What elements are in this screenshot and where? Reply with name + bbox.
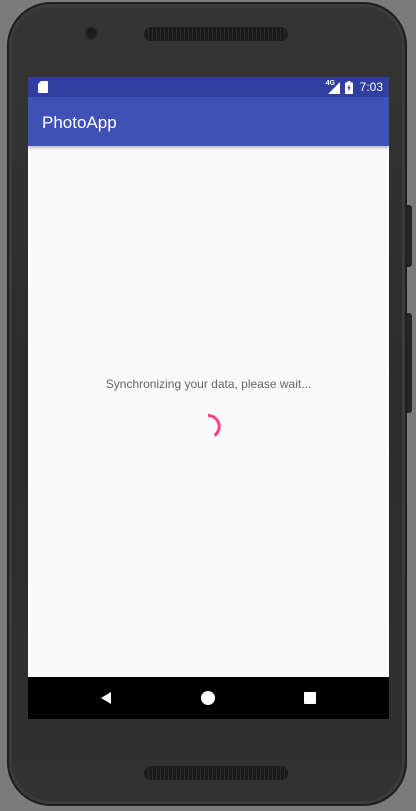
app-title: PhotoApp — [42, 113, 117, 132]
main-content: Synchronizing your data, please wait... — [28, 146, 389, 677]
status-icons: 4G 7:03 — [326, 77, 383, 97]
sd-card-icon — [38, 81, 48, 93]
status-clock: 7:03 — [359, 80, 383, 94]
sync-message: Synchronizing your data, please wait... — [105, 377, 312, 391]
signal-icon — [327, 81, 340, 94]
progress-spinner-icon — [207, 413, 221, 437]
emulator-stage: 4G 7:03 PhotoApp Synchronizing your data… — [0, 0, 416, 811]
back-icon[interactable] — [98, 690, 114, 706]
power-button[interactable] — [407, 205, 412, 267]
recents-icon[interactable] — [302, 690, 318, 706]
bottom-speaker-grille — [145, 767, 287, 779]
home-icon[interactable] — [200, 690, 216, 706]
top-speaker-grille — [145, 28, 287, 40]
navigation-bar — [28, 677, 389, 719]
front-camera — [86, 28, 96, 38]
status-bar: 4G 7:03 — [28, 77, 389, 97]
network-indicator: 4G — [326, 80, 340, 94]
device-screen: 4G 7:03 PhotoApp Synchronizing your data… — [28, 77, 389, 719]
battery-charging-icon — [344, 80, 353, 94]
app-toolbar: PhotoApp — [28, 97, 389, 146]
volume-rocker[interactable] — [407, 313, 412, 413]
